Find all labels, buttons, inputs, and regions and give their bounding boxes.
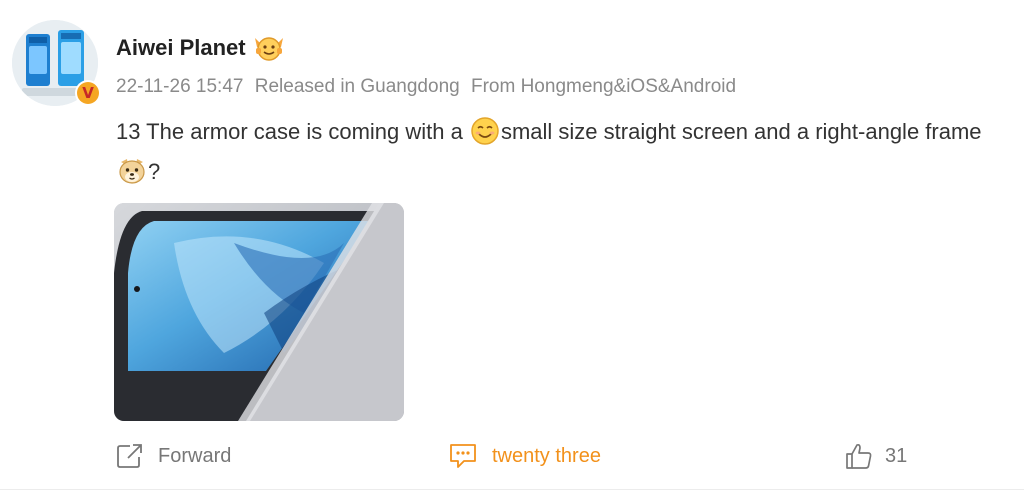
username[interactable]: Aiwei Planet [116,35,246,61]
username-row: Aiwei Planet [116,34,286,62]
smiling-emoji-icon [470,116,500,146]
forward-button[interactable]: Forward [116,436,231,476]
comment-button[interactable]: twenty three [448,436,601,476]
verified-badge-icon: V [75,80,101,106]
emoji-badge-icon [252,34,286,62]
comment-icon [450,444,476,468]
content-text-3: ? [148,159,161,184]
post-source: From Hongmeng&iOS&Android [470,76,737,97]
content-text-1: 13 The armor case is coming with a [116,119,469,144]
like-button[interactable]: 31 [845,436,907,476]
thumbs-up-icon [846,443,872,469]
post-meta: 22-11-26 15:47 Released in Guangdong Fro… [116,76,742,98]
content-text-2: small size straight screen and a right-a… [500,119,982,144]
divider [0,489,1024,490]
post-image-phone[interactable] [114,203,404,421]
post-location: Released in Guangdong [254,76,460,97]
like-count: 31 [885,444,908,467]
verified-mark: V [77,82,99,104]
comment-label: twenty three [492,444,601,467]
weibo-post: V Aiwei Planet 22-11-26 15:47 Released i… [0,0,1024,494]
post-content: 13 The armor case is coming with a small… [116,112,1006,192]
action-bar: Forward twenty three 31 [0,436,1024,476]
forward-label: Forward [158,444,232,467]
doge-emoji-icon [117,156,147,186]
post-time[interactable]: 22-11-26 15:47 [116,76,243,97]
forward-icon [117,444,142,468]
